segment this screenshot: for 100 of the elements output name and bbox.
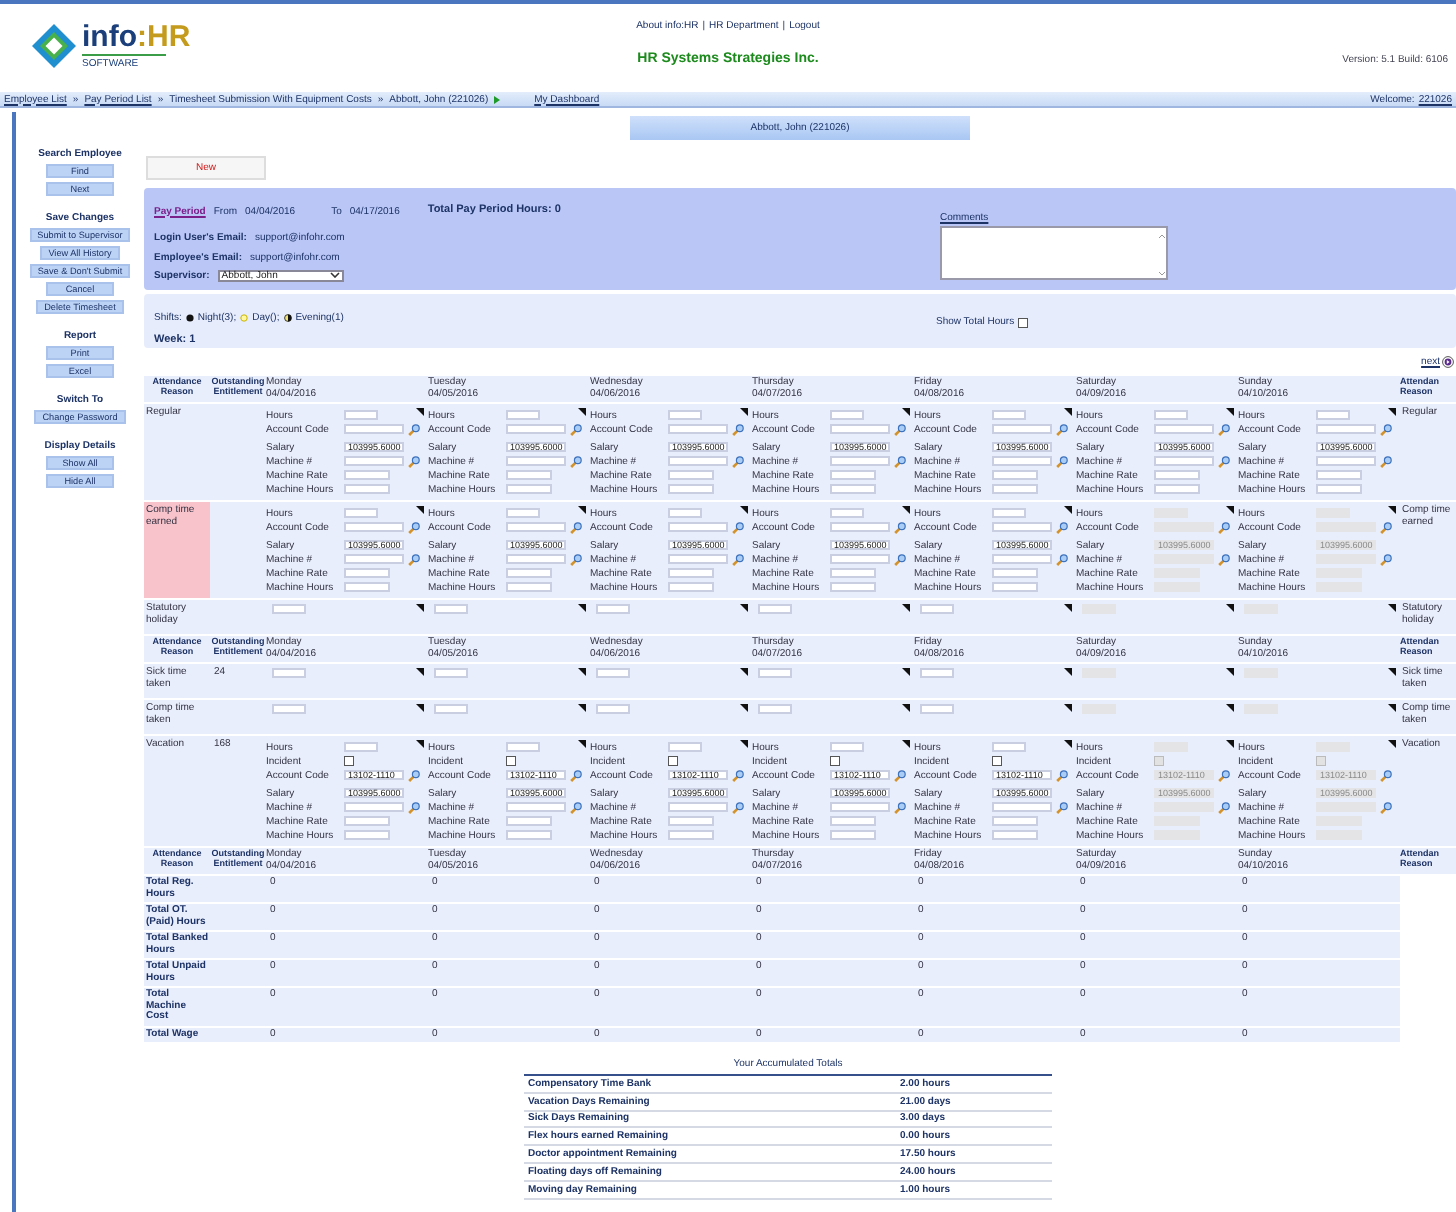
triangle-icon[interactable] xyxy=(1064,408,1072,416)
triangle-icon[interactable] xyxy=(578,506,586,514)
search-icon[interactable] xyxy=(570,423,582,435)
triangle-icon[interactable] xyxy=(1226,506,1234,514)
triangle-icon[interactable] xyxy=(1388,506,1396,514)
triangle-icon[interactable] xyxy=(902,408,910,416)
triangle-icon[interactable] xyxy=(902,704,910,712)
hours-field[interactable] xyxy=(668,508,702,518)
account-code-field[interactable] xyxy=(506,522,566,532)
triangle-icon[interactable] xyxy=(740,506,748,514)
triangle-icon[interactable] xyxy=(740,704,748,712)
machine-hours-field[interactable] xyxy=(344,484,390,494)
triangle-icon[interactable] xyxy=(1388,604,1396,612)
hours-field[interactable] xyxy=(992,410,1026,420)
machine-field[interactable] xyxy=(992,802,1052,812)
search-icon[interactable] xyxy=(894,423,906,435)
search-icon[interactable] xyxy=(570,769,582,781)
search-icon[interactable] xyxy=(1056,553,1068,565)
triangle-icon[interactable] xyxy=(740,668,748,676)
machine-hours-field[interactable] xyxy=(344,830,390,840)
hours-field[interactable] xyxy=(830,742,864,752)
machine-hours-field[interactable] xyxy=(506,484,552,494)
machine-rate-field[interactable] xyxy=(830,568,876,578)
machine-field[interactable] xyxy=(1154,456,1214,466)
machine-rate-field[interactable] xyxy=(668,816,714,826)
hours-field[interactable] xyxy=(920,704,954,714)
triangle-icon[interactable] xyxy=(578,740,586,748)
triangle-icon[interactable] xyxy=(1064,668,1072,676)
hours-field[interactable] xyxy=(668,410,702,420)
account-code-field[interactable] xyxy=(992,522,1052,532)
search-icon[interactable] xyxy=(1218,553,1230,565)
hours-field[interactable] xyxy=(758,668,792,678)
hours-field[interactable] xyxy=(596,668,630,678)
triangle-icon[interactable] xyxy=(1064,506,1072,514)
arrow-circle-icon[interactable] xyxy=(1442,356,1454,368)
search-icon[interactable] xyxy=(1218,423,1230,435)
machine-rate-field[interactable] xyxy=(992,568,1038,578)
hours-field[interactable] xyxy=(434,668,468,678)
search-icon[interactable] xyxy=(408,521,420,533)
search-icon[interactable] xyxy=(1218,769,1230,781)
search-icon[interactable] xyxy=(408,455,420,467)
hours-field[interactable] xyxy=(758,604,792,614)
hours-field[interactable] xyxy=(434,604,468,614)
triangle-icon[interactable] xyxy=(740,604,748,612)
triangle-icon[interactable] xyxy=(740,408,748,416)
search-icon[interactable] xyxy=(570,521,582,533)
checkbox[interactable] xyxy=(830,756,840,766)
search-icon[interactable] xyxy=(1056,801,1068,813)
search-icon[interactable] xyxy=(1056,455,1068,467)
account-code-field[interactable] xyxy=(1154,424,1214,434)
machine-field[interactable] xyxy=(344,456,404,466)
machine-field[interactable] xyxy=(668,456,728,466)
hours-field[interactable] xyxy=(272,604,306,614)
hours-field[interactable] xyxy=(920,604,954,614)
hours-field[interactable] xyxy=(344,742,378,752)
triangle-icon[interactable] xyxy=(1226,704,1234,712)
account-code-field[interactable] xyxy=(668,424,728,434)
search-icon[interactable] xyxy=(1380,553,1392,565)
machine-field[interactable] xyxy=(992,554,1052,564)
machine-hours-field[interactable] xyxy=(1154,484,1200,494)
hours-field[interactable] xyxy=(1154,410,1188,420)
search-icon[interactable] xyxy=(1056,769,1068,781)
account-code-field[interactable] xyxy=(1316,424,1376,434)
search-icon[interactable] xyxy=(408,423,420,435)
search-icon[interactable] xyxy=(894,769,906,781)
triangle-icon[interactable] xyxy=(1064,740,1072,748)
checkbox[interactable] xyxy=(344,756,354,766)
triangle-icon[interactable] xyxy=(1226,740,1234,748)
search-icon[interactable] xyxy=(408,769,420,781)
machine-rate-field[interactable] xyxy=(344,568,390,578)
search-icon[interactable] xyxy=(732,521,744,533)
hours-field[interactable] xyxy=(344,508,378,518)
triangle-icon[interactable] xyxy=(902,604,910,612)
account-code-field[interactable] xyxy=(830,522,890,532)
triangle-icon[interactable] xyxy=(1226,604,1234,612)
machine-rate-field[interactable] xyxy=(506,470,552,480)
search-icon[interactable] xyxy=(732,801,744,813)
triangle-icon[interactable] xyxy=(1388,408,1396,416)
machine-rate-field[interactable] xyxy=(830,470,876,480)
machine-rate-field[interactable] xyxy=(344,816,390,826)
search-icon[interactable] xyxy=(1380,423,1392,435)
search-icon[interactable] xyxy=(732,769,744,781)
machine-rate-field[interactable] xyxy=(992,470,1038,480)
machine-rate-field[interactable] xyxy=(668,470,714,480)
hours-field[interactable] xyxy=(1316,410,1350,420)
hours-field[interactable] xyxy=(758,704,792,714)
machine-field[interactable] xyxy=(830,456,890,466)
search-icon[interactable] xyxy=(408,801,420,813)
triangle-icon[interactable] xyxy=(416,506,424,514)
hours-field[interactable] xyxy=(506,410,540,420)
machine-hours-field[interactable] xyxy=(506,582,552,592)
triangle-icon[interactable] xyxy=(416,408,424,416)
triangle-icon[interactable] xyxy=(1388,668,1396,676)
triangle-icon[interactable] xyxy=(416,704,424,712)
machine-field[interactable] xyxy=(1316,456,1376,466)
machine-field[interactable] xyxy=(344,802,404,812)
triangle-icon[interactable] xyxy=(578,408,586,416)
triangle-icon[interactable] xyxy=(902,740,910,748)
machine-field[interactable] xyxy=(506,456,566,466)
machine-field[interactable] xyxy=(506,554,566,564)
